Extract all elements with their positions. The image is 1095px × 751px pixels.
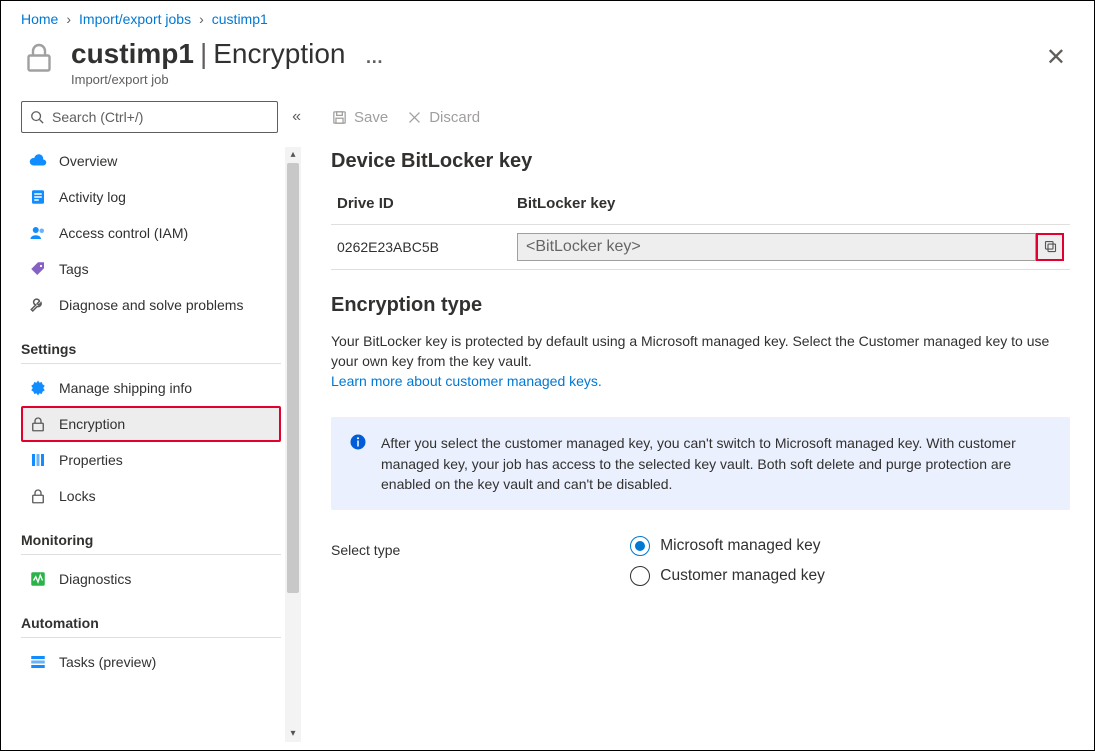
diagnostics-icon: [29, 570, 47, 588]
nav-encryption[interactable]: Encryption: [21, 406, 281, 442]
more-menu-button[interactable]: …: [365, 47, 383, 67]
wrench-icon: [29, 296, 47, 314]
copy-key-button[interactable]: [1036, 233, 1064, 261]
cloud-icon: [29, 152, 47, 170]
nav-access-control[interactable]: Access control (IAM): [21, 215, 281, 251]
properties-icon: [29, 451, 47, 469]
discard-button[interactable]: Discard: [406, 109, 480, 126]
nav-overview[interactable]: Overview: [21, 143, 281, 179]
chevron-right-icon: ›: [66, 11, 71, 27]
chevron-right-icon: ›: [199, 11, 204, 27]
nav-properties[interactable]: Properties: [21, 442, 281, 478]
save-icon: [331, 109, 348, 126]
nav-tasks[interactable]: Tasks (preview): [21, 644, 281, 680]
select-type-radiogroup: Microsoft managed key Customer managed k…: [630, 536, 825, 586]
encryption-type-description: Your BitLocker key is protected by defau…: [331, 331, 1070, 372]
radio-customer-managed[interactable]: Customer managed key: [630, 566, 825, 586]
nav-diagnostics[interactable]: Diagnostics: [21, 561, 281, 597]
toolbar: Save Discard: [331, 109, 1070, 144]
radio-unselected-icon: [630, 566, 650, 586]
info-box: After you select the customer managed ke…: [331, 417, 1070, 510]
info-icon: [349, 433, 367, 494]
breadcrumb-resource[interactable]: custimp1: [212, 11, 268, 27]
bitlocker-key-field[interactable]: <BitLocker key>: [517, 233, 1036, 261]
scroll-up-icon[interactable]: ▴: [285, 147, 301, 163]
scroll-down-icon[interactable]: ▾: [285, 726, 301, 742]
lock-resource-icon: [21, 39, 57, 75]
sidebar-scrollbar[interactable]: ▴ ▾: [285, 147, 301, 742]
lock-icon: [29, 415, 47, 433]
radio-microsoft-managed[interactable]: Microsoft managed key: [630, 536, 825, 556]
copy-icon: [1043, 239, 1058, 254]
bitlocker-heading: Device BitLocker key: [331, 150, 1070, 173]
learn-more-link[interactable]: Learn more about customer managed keys.: [331, 373, 1070, 389]
col-drive-id: Drive ID: [331, 187, 511, 225]
bitlocker-table: Drive ID BitLocker key 0262E23ABC5B <Bit…: [331, 187, 1070, 270]
nav-diagnose[interactable]: Diagnose and solve problems: [21, 287, 281, 323]
close-button[interactable]: ✕: [1038, 39, 1074, 76]
discard-icon: [406, 109, 423, 126]
nav-tags[interactable]: Tags: [21, 251, 281, 287]
breadcrumb-home[interactable]: Home: [21, 11, 58, 27]
page-header: custimp1|Encryption … Import/export job …: [1, 31, 1094, 101]
nav-locks[interactable]: Locks: [21, 478, 281, 514]
main-content: Save Discard Device BitLocker key Drive …: [301, 101, 1094, 731]
nav-shipping-info[interactable]: Manage shipping info: [21, 370, 281, 406]
tasks-icon: [29, 653, 47, 671]
section-automation: Automation: [21, 615, 281, 638]
tag-icon: [29, 260, 47, 278]
collapse-sidebar-button[interactable]: «: [292, 108, 301, 126]
scrollbar-thumb[interactable]: [287, 163, 299, 593]
breadcrumb: Home › Import/export jobs › custimp1: [1, 1, 1094, 31]
section-monitoring: Monitoring: [21, 532, 281, 555]
sidebar: Search (Ctrl+/) « Overview Activity log …: [1, 101, 301, 731]
drive-id-value: 0262E23ABC5B: [331, 224, 511, 269]
info-text: After you select the customer managed ke…: [381, 433, 1052, 494]
encryption-type-heading: Encryption type: [331, 294, 1070, 317]
people-icon: [29, 224, 47, 242]
col-bitlocker-key: BitLocker key: [511, 187, 1070, 225]
gear-icon: [29, 379, 47, 397]
save-button[interactable]: Save: [331, 109, 388, 126]
search-input[interactable]: Search (Ctrl+/): [21, 101, 278, 133]
select-type-label: Select type: [331, 536, 400, 558]
breadcrumb-jobs[interactable]: Import/export jobs: [79, 11, 191, 27]
activity-log-icon: [29, 188, 47, 206]
resource-type-label: Import/export job: [71, 72, 1038, 87]
nav-activity-log[interactable]: Activity log: [21, 179, 281, 215]
section-settings: Settings: [21, 341, 281, 364]
radio-selected-icon: [630, 536, 650, 556]
lock-icon: [29, 487, 47, 505]
page-title: custimp1|Encryption …: [71, 39, 1038, 70]
search-icon: [30, 110, 44, 124]
